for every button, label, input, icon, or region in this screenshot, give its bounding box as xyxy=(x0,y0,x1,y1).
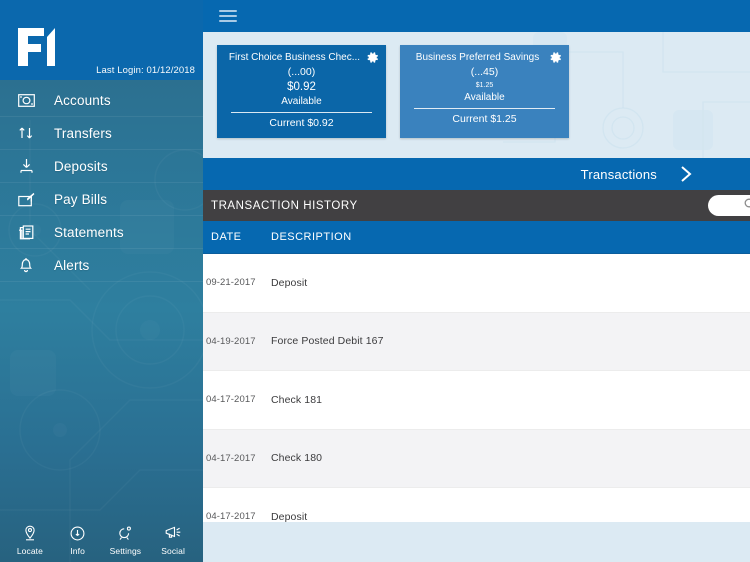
sidebar-item-label: Accounts xyxy=(54,92,111,108)
sidebar-item-label: Transfers xyxy=(54,125,112,141)
divider xyxy=(414,108,555,109)
gear-icon[interactable] xyxy=(366,51,379,64)
transaction-description: Check 181 xyxy=(271,393,323,406)
divider xyxy=(0,281,203,282)
transaction-description: Force Posted Debit 167 xyxy=(271,335,384,348)
table-row[interactable]: 04-17-2017 Check 181 xyxy=(203,371,750,430)
bottom-nav-settings[interactable]: Settings xyxy=(102,523,148,556)
account-cards: First Choice Business Chec... (...00) $0… xyxy=(217,45,750,138)
account-mask: (...45) xyxy=(470,66,499,78)
transfer-arrows-icon xyxy=(12,122,40,144)
bell-icon xyxy=(12,254,40,276)
megaphone-icon xyxy=(150,523,196,543)
sidebar-item-label: Statements xyxy=(54,224,124,240)
last-login-label: Last Login: 01/12/2018 xyxy=(96,65,195,76)
main-content: First Choice Business Chec... (...00) $0… xyxy=(203,0,750,562)
account-available-label: Available xyxy=(464,92,505,103)
sidebar-item-deposits[interactable]: Deposits xyxy=(0,150,203,182)
app-root: Last Login: 01/12/2018 Accounts Transfer… xyxy=(0,0,750,562)
download-deposit-icon xyxy=(12,155,40,177)
table-row[interactable]: 04-17-2017 Deposit xyxy=(203,488,750,522)
account-available-label: Available xyxy=(281,96,322,107)
transaction-history-title: TRANSACTION HISTORY xyxy=(211,199,358,212)
account-current-balance: Current $1.25 xyxy=(452,113,517,125)
table-row[interactable]: 09-21-2017 Deposit xyxy=(203,254,750,313)
sidebar-item-accounts[interactable]: Accounts xyxy=(0,84,203,116)
search-icon xyxy=(744,197,750,215)
hamburger-icon[interactable] xyxy=(219,10,237,22)
sidebar-header: Last Login: 01/12/2018 xyxy=(0,0,203,80)
transaction-description: Deposit xyxy=(271,510,308,522)
sidebar-item-label: Pay Bills xyxy=(54,191,108,207)
sidebar-item-transfers[interactable]: Transfers xyxy=(0,117,203,149)
sidebar-item-pay-bills[interactable]: Pay Bills xyxy=(0,183,203,215)
info-circle-icon xyxy=(55,523,101,543)
location-pin-icon xyxy=(7,523,53,543)
table-row[interactable]: 04-17-2017 Check 180 xyxy=(203,429,750,488)
bottom-nav-label: Settings xyxy=(109,546,142,556)
tab-transactions[interactable]: Transactions xyxy=(581,167,657,182)
fi-logo xyxy=(18,28,55,66)
account-card[interactable]: First Choice Business Chec... (...00) $0… xyxy=(217,45,386,138)
sidebar-bottom-nav: Locate Info Settings Social xyxy=(0,523,203,560)
search-box[interactable] xyxy=(708,195,750,216)
bottom-nav-social[interactable]: Social xyxy=(150,523,196,556)
table-row[interactable]: 04-19-2017 Force Posted Debit 167 xyxy=(203,312,750,371)
account-mask: (...00) xyxy=(287,66,316,78)
transaction-description: Check 180 xyxy=(271,452,323,465)
account-current-balance: Current $0.92 xyxy=(269,117,334,129)
bottom-nav-label: Info xyxy=(70,546,85,556)
divider xyxy=(231,112,372,113)
sidebar-item-statements[interactable]: Statements xyxy=(0,216,203,248)
top-bar xyxy=(203,0,750,32)
sidebar-nav: Accounts Transfers Deposits Pay Bills St… xyxy=(0,80,203,282)
sidebar: Last Login: 01/12/2018 Accounts Transfer… xyxy=(0,0,203,562)
pay-bills-icon xyxy=(12,188,40,210)
sidebar-item-label: Alerts xyxy=(54,257,90,273)
accounts-carousel: First Choice Business Chec... (...00) $0… xyxy=(203,32,750,158)
gear-icon[interactable] xyxy=(549,51,562,64)
account-balance: $1.25 xyxy=(475,82,494,89)
settings-gear-icon xyxy=(102,523,148,543)
bottom-nav-label: Locate xyxy=(16,546,43,556)
statements-icon xyxy=(12,221,40,243)
transaction-date: 04-17-2017 xyxy=(206,511,256,522)
money-icon xyxy=(12,89,40,111)
transaction-date: 09-21-2017 xyxy=(206,277,256,289)
transaction-date: 04-17-2017 xyxy=(206,394,256,406)
transaction-date: 04-17-2017 xyxy=(206,452,256,464)
account-name: Business Preferred Savings xyxy=(415,52,540,63)
bottom-nav-info[interactable]: Info xyxy=(55,523,101,556)
table-header-row: DATE DESCRIPTION xyxy=(203,221,750,254)
column-header-date: DATE xyxy=(211,231,242,243)
transaction-description: Deposit xyxy=(271,276,308,289)
account-balance: $0.92 xyxy=(287,81,316,93)
transaction-list[interactable]: 09-21-2017 Deposit 04-19-2017 Force Post… xyxy=(203,254,750,522)
sidebar-item-label: Deposits xyxy=(54,158,108,174)
chevron-right-icon[interactable] xyxy=(679,164,694,184)
transaction-date: 04-19-2017 xyxy=(206,335,256,347)
sidebar-item-alerts[interactable]: Alerts xyxy=(0,249,203,281)
column-header-description: DESCRIPTION xyxy=(271,231,352,243)
account-card[interactable]: Business Preferred Savings (...45) $1.25… xyxy=(400,45,569,138)
account-name: First Choice Business Chec... xyxy=(228,52,361,63)
bottom-nav-locate[interactable]: Locate xyxy=(7,523,53,556)
tab-bar: Transactions xyxy=(203,158,750,190)
transaction-history-bar: TRANSACTION HISTORY xyxy=(203,190,750,221)
bottom-nav-label: Social xyxy=(161,546,185,556)
